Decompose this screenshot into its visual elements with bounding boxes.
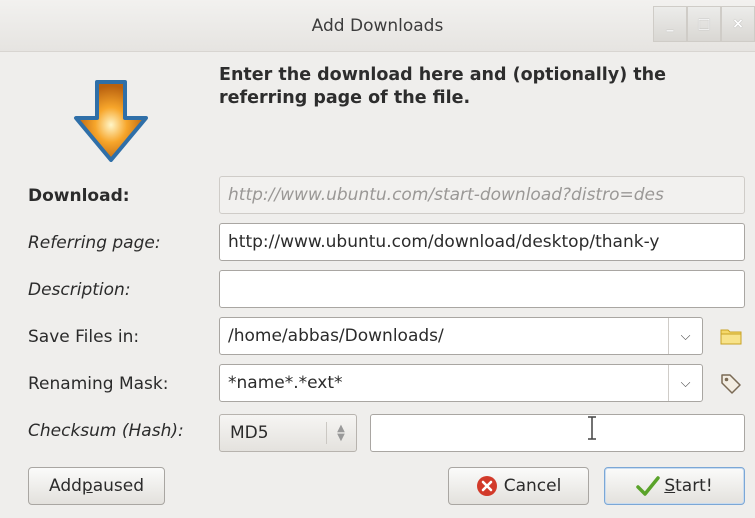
add-downloads-dialog: Add Downloads _ □ × Enter the download h… [0,0,755,518]
hash-algorithm-value: MD5 [230,423,269,443]
start-label-post: tart! [675,476,713,496]
renaming-mask-label: Renaming Mask: [28,374,169,394]
referring-page-label: Referring page: [28,233,161,253]
add-paused-mnemonic: p [81,476,93,496]
start-mnemonic: S [664,476,676,496]
description-label: Description: [28,280,131,300]
divider [326,422,327,444]
text-cursor-icon [588,416,596,440]
chevron-down-icon[interactable]: ⌵ [668,365,702,401]
add-paused-label-post: aused [92,476,145,496]
add-paused-label-pre: Add [48,476,82,496]
description-field[interactable] [219,270,745,308]
hash-algorithm-select[interactable]: MD5 ▲ ▼ [219,414,357,452]
download-arrow-icon [74,80,148,162]
window-controls: _ □ × [653,6,755,42]
checksum-field[interactable] [370,414,745,452]
maximize-icon: □ [697,16,711,32]
instructions-heading: Enter the download here and (optionally)… [219,65,666,108]
renaming-mask-value: *name*.*ext* [228,373,343,393]
close-icon: × [732,16,744,32]
save-folder-combo[interactable]: /home/abbas/Downloads/ ⌵ [219,317,703,355]
checkmark-icon [636,476,661,496]
cancel-label: Cancel [503,476,562,496]
minimize-icon: _ [666,16,674,32]
maximize-button[interactable]: □ [687,6,721,42]
spin-arrows-icon: ▲ ▼ [337,423,345,443]
renaming-mask-combo[interactable]: *name*.*ext* ⌵ [219,364,703,402]
close-button[interactable]: × [721,6,755,42]
cancel-icon [476,476,497,496]
minimize-button[interactable]: _ [653,6,687,42]
save-files-label: Save Files in: [28,327,140,347]
folder-icon[interactable] [719,324,743,348]
add-paused-button[interactable]: Add p aused [28,467,165,505]
referring-page-field[interactable]: http://www.ubuntu.com/download/desktop/t… [219,223,745,261]
save-folder-value: /home/abbas/Downloads/ [228,326,444,346]
chevron-down-icon[interactable]: ⌵ [668,318,702,354]
start-button[interactable]: Start! [604,467,745,505]
window-title: Add Downloads [311,16,444,36]
title-bar: Add Downloads _ □ × [0,0,755,52]
tag-icon[interactable] [719,372,743,396]
cancel-button[interactable]: Cancel [448,467,589,505]
download-url-field[interactable]: http://www.ubuntu.com/start-download?dis… [219,176,745,214]
checksum-label: Checksum (Hash): [28,421,184,441]
download-label: Download: [28,186,130,206]
